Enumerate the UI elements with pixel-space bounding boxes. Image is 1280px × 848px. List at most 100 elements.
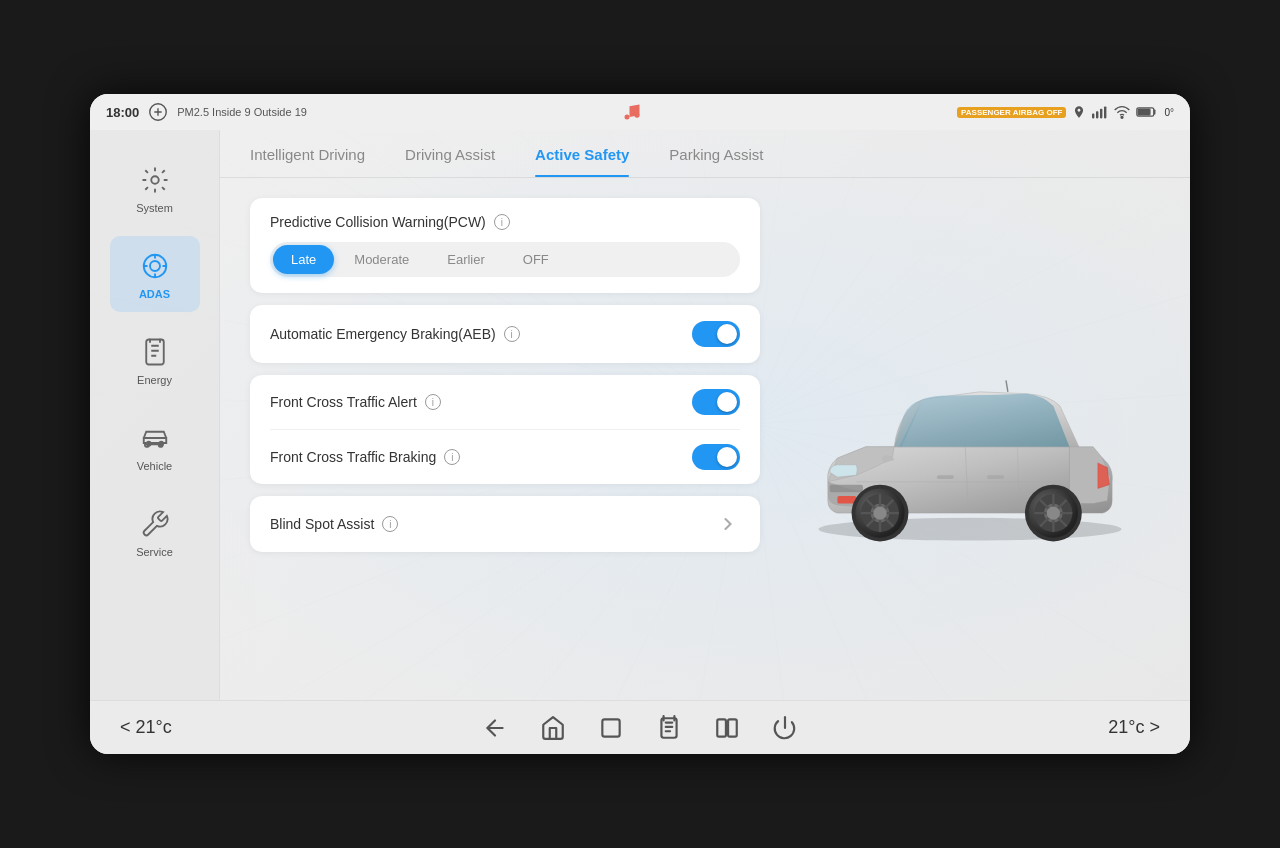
content-area: Intelligent Driving Driving Assist Activ… [220, 130, 1190, 700]
music-icon [622, 102, 642, 122]
tab-intelligent-driving[interactable]: Intelligent Driving [250, 146, 365, 177]
pcw-options: Late Moderate Earlier OFF [270, 242, 740, 277]
bottom-icons [481, 714, 799, 742]
svg-rect-37 [1092, 114, 1094, 119]
pcw-option-earlier[interactable]: Earlier [429, 245, 503, 274]
fcta-label: Front Cross Traffic Alert i [270, 394, 441, 410]
status-left: 18:00 PM2.5 Inside 9 Outside 19 [106, 101, 307, 123]
vehicle-icon [137, 420, 173, 456]
pcw-label: Predictive Collision Warning(PCW) i [270, 214, 510, 230]
main-screen: 18:00 PM2.5 Inside 9 Outside 19 PASSENGE… [90, 94, 1190, 754]
pcw-card: Predictive Collision Warning(PCW) i Late… [250, 198, 760, 293]
svg-rect-47 [146, 340, 164, 365]
svg-point-70 [1047, 506, 1060, 519]
fcta-toggle[interactable] [692, 389, 740, 415]
fctb-info-icon[interactable]: i [444, 449, 460, 465]
bottom-nav: < 21°c [90, 700, 1190, 754]
fctb-row: Front Cross Traffic Braking i [270, 429, 740, 484]
pcw-option-moderate[interactable]: Moderate [336, 245, 427, 274]
energy-icon [137, 334, 173, 370]
sidebar-label-adas: ADAS [139, 288, 170, 300]
tab-parking-assist[interactable]: Parking Assist [669, 146, 763, 177]
sidebar-item-energy[interactable]: Energy [110, 322, 200, 398]
home-button[interactable] [539, 714, 567, 742]
temp-right: 0° [1164, 107, 1174, 118]
sidebar-item-vehicle[interactable]: Vehicle [110, 408, 200, 484]
aeb-row: Automatic Emergency Braking(AEB) i [270, 321, 740, 347]
car-display [780, 198, 1160, 680]
svg-line-75 [1006, 380, 1008, 391]
adas-icon [137, 248, 173, 284]
svg-rect-39 [1100, 109, 1102, 119]
svg-point-44 [151, 176, 159, 184]
tasks-button[interactable] [655, 714, 683, 742]
signal-icon [1092, 105, 1108, 119]
svg-rect-78 [717, 719, 726, 736]
temp-right: 21°c > [1108, 717, 1160, 738]
settings-panel: Predictive Collision Warning(PCW) i Late… [220, 178, 1190, 700]
svg-rect-38 [1096, 111, 1098, 118]
svg-point-36 [634, 113, 639, 118]
tab-active-safety[interactable]: Active Safety [535, 146, 629, 177]
overview-button[interactable] [597, 714, 625, 742]
aeb-label: Automatic Emergency Braking(AEB) i [270, 326, 520, 342]
location-icon [1072, 105, 1086, 119]
svg-rect-76 [602, 719, 619, 736]
svg-rect-43 [1139, 109, 1151, 115]
bsa-card: Blind Spot Assist i [250, 496, 760, 552]
pcw-option-late[interactable]: Late [273, 245, 334, 274]
sidebar-label-energy: Energy [137, 374, 172, 386]
bsa-row[interactable]: Blind Spot Assist i [270, 512, 740, 536]
pcw-row: Predictive Collision Warning(PCW) i [270, 214, 740, 230]
bsa-label: Blind Spot Assist i [270, 516, 398, 532]
sidebar-label-service: Service [136, 546, 173, 558]
fcta-info-icon[interactable]: i [425, 394, 441, 410]
svg-point-48 [146, 442, 150, 446]
sidebar-item-service[interactable]: Service [110, 494, 200, 570]
pcw-info-icon[interactable]: i [494, 214, 510, 230]
tab-driving-assist[interactable]: Driving Assist [405, 146, 495, 177]
split-button[interactable] [713, 714, 741, 742]
bsa-chevron-icon [716, 512, 740, 536]
aeb-toggle[interactable] [692, 321, 740, 347]
svg-rect-79 [728, 719, 737, 736]
battery-icon [1136, 106, 1158, 118]
bsa-info-icon[interactable]: i [382, 516, 398, 532]
wifi-icon [1114, 105, 1130, 119]
svg-rect-74 [987, 475, 1004, 479]
status-right: PASSENGER AIRBAG OFF 0° [957, 105, 1174, 119]
fcta-row: Front Cross Traffic Alert i [270, 375, 740, 429]
sidebar-label-system: System [136, 202, 173, 214]
system-icon [137, 162, 173, 198]
svg-rect-40 [1104, 106, 1106, 118]
status-center [622, 102, 642, 122]
status-time: 18:00 [106, 105, 139, 120]
svg-point-61 [873, 506, 886, 519]
svg-rect-51 [830, 484, 863, 492]
service-icon [137, 506, 173, 542]
svg-point-35 [624, 115, 629, 120]
temp-left: < 21°c [120, 717, 172, 738]
car-image [790, 335, 1150, 543]
fcta-fctb-card: Front Cross Traffic Alert i Front Cross … [250, 375, 760, 484]
fctb-toggle[interactable] [692, 444, 740, 470]
svg-rect-73 [937, 475, 954, 479]
pcw-option-off[interactable]: OFF [505, 245, 567, 274]
svg-point-49 [159, 442, 163, 446]
status-bar: 18:00 PM2.5 Inside 9 Outside 19 PASSENGE… [90, 94, 1190, 130]
svg-point-46 [150, 261, 160, 271]
sidebar-label-vehicle: Vehicle [137, 460, 172, 472]
back-button[interactable] [481, 714, 509, 742]
svg-point-41 [1121, 116, 1123, 118]
sidebar-item-adas[interactable]: ADAS [110, 236, 200, 312]
aeb-card: Automatic Emergency Braking(AEB) i [250, 305, 760, 363]
svg-rect-52 [837, 496, 856, 504]
airbag-badge: PASSENGER AIRBAG OFF [957, 107, 1066, 118]
sidebar-item-system[interactable]: System [110, 150, 200, 226]
aeb-info-icon[interactable]: i [504, 326, 520, 342]
status-pm25: PM2.5 Inside 9 Outside 19 [177, 106, 307, 118]
air-quality-icon [147, 101, 169, 123]
tab-bar: Intelligent Driving Driving Assist Activ… [220, 130, 1190, 178]
settings-list: Predictive Collision Warning(PCW) i Late… [250, 198, 760, 680]
power-button[interactable] [771, 714, 799, 742]
